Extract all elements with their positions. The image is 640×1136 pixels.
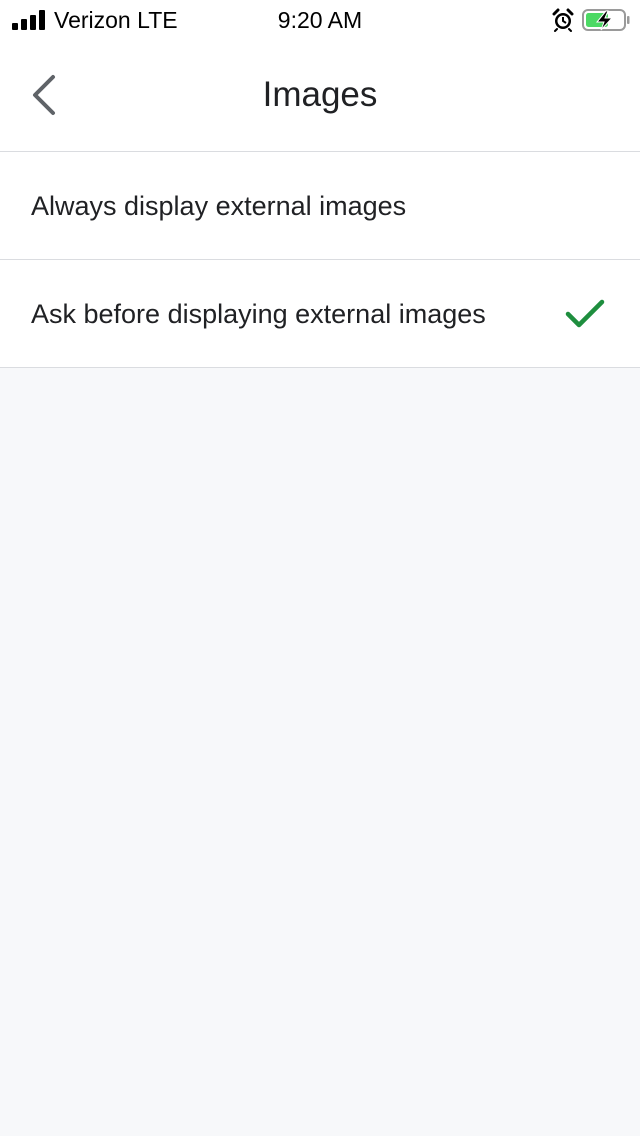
alarm-icon: [552, 8, 574, 32]
battery-charging-icon: [582, 9, 630, 31]
option-always-display[interactable]: Always display external images: [0, 152, 640, 260]
option-ask-before-display[interactable]: Ask before displaying external images: [0, 260, 640, 368]
status-bar: Verizon LTE 9:20 AM: [0, 0, 640, 40]
status-time: 9:20 AM: [277, 7, 363, 33]
option-label: Always display external images: [31, 191, 407, 221]
checkmark-icon: [565, 299, 605, 328]
page-title: Images: [262, 75, 378, 114]
option-label: Ask before displaying external images: [31, 299, 486, 329]
navigation-bar: Images: [0, 40, 640, 152]
image-options-list: Always display external images Ask befor…: [0, 152, 640, 368]
